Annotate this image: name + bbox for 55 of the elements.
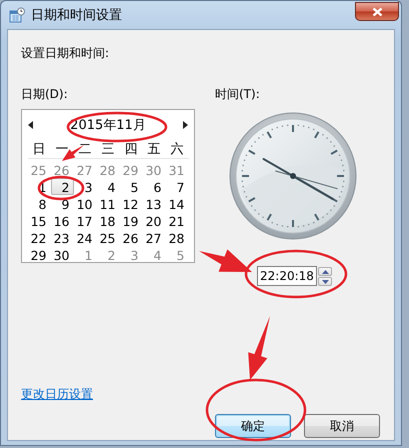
calendar-day[interactable]: 17 xyxy=(74,212,96,229)
calendar-day[interactable]: 2 xyxy=(50,178,74,195)
calendar-day[interactable]: 26 xyxy=(120,229,142,246)
calendar-day[interactable]: 14 xyxy=(166,195,188,212)
weekday-label: 日 xyxy=(28,140,50,159)
next-month-icon[interactable] xyxy=(182,121,188,129)
weekday-label: 六 xyxy=(166,140,188,159)
annotation-arrow xyxy=(199,249,252,272)
annotation-ellipse xyxy=(38,176,84,200)
time-label: 时间(T): xyxy=(215,86,260,103)
decrement-button[interactable] xyxy=(318,276,332,286)
calendar-day[interactable]: 3 xyxy=(74,178,96,195)
calendar-day[interactable]: 28 xyxy=(166,229,188,246)
calendar-day[interactable]: 13 xyxy=(142,195,166,212)
calendar-day[interactable]: 21 xyxy=(166,212,188,229)
calendar-day[interactable]: 30 xyxy=(50,246,74,263)
increment-button[interactable] xyxy=(318,266,332,276)
up-arrow-icon xyxy=(322,270,329,274)
calendar-day[interactable]: 5 xyxy=(120,178,142,195)
calendar-day[interactable]: 12 xyxy=(120,195,142,212)
calendar-day[interactable]: 6 xyxy=(142,178,166,195)
calendar-day[interactable]: 24 xyxy=(74,229,96,246)
window-title: 日期和时间设置 xyxy=(31,7,123,24)
calendar-day[interactable]: 20 xyxy=(142,212,166,229)
calendar-day[interactable]: 9 xyxy=(50,195,74,212)
down-arrow-icon xyxy=(322,280,329,284)
calendar-clock-icon xyxy=(9,7,25,23)
previous-month-icon[interactable] xyxy=(28,121,33,129)
calendar-day[interactable]: 7 xyxy=(166,178,188,195)
calendar-day[interactable]: 27 xyxy=(142,229,166,246)
annotation-arrow xyxy=(248,316,270,380)
calendar-day[interactable]: 15 xyxy=(28,212,50,229)
calendar-day[interactable]: 11 xyxy=(96,195,120,212)
cancel-button[interactable]: 取消 xyxy=(304,414,380,438)
calendar-settings-link[interactable]: 更改日历设置 xyxy=(21,386,93,403)
heading-label: 设置日期和时间: xyxy=(21,45,110,62)
calendar-day[interactable]: 19 xyxy=(120,212,142,229)
calendar-day[interactable]: 18 xyxy=(96,212,120,229)
date-label: 日期(D): xyxy=(21,86,68,103)
calendar-day[interactable]: 25 xyxy=(96,229,120,246)
close-icon xyxy=(372,6,382,16)
month-title[interactable]: 2015年11月 xyxy=(70,116,146,134)
calendar-day[interactable]: 10 xyxy=(74,195,96,212)
weekday-label: 四 xyxy=(120,140,142,159)
weekday-label: 五 xyxy=(142,140,166,159)
calendar-day[interactable]: 4 xyxy=(96,178,120,195)
calendar-day[interactable]: 8 xyxy=(28,195,50,212)
weekday-label: 三 xyxy=(96,140,120,159)
ok-button[interactable]: 确定 xyxy=(215,414,291,438)
time-field[interactable]: 22:20:18 xyxy=(257,266,317,286)
calendar-day[interactable]: 29 xyxy=(28,246,50,263)
calendar-day[interactable]: 22 xyxy=(28,229,50,246)
calendar-day[interactable]: 23 xyxy=(50,229,74,246)
calendar-day[interactable]: 16 xyxy=(50,212,74,229)
close-button[interactable] xyxy=(355,2,399,21)
